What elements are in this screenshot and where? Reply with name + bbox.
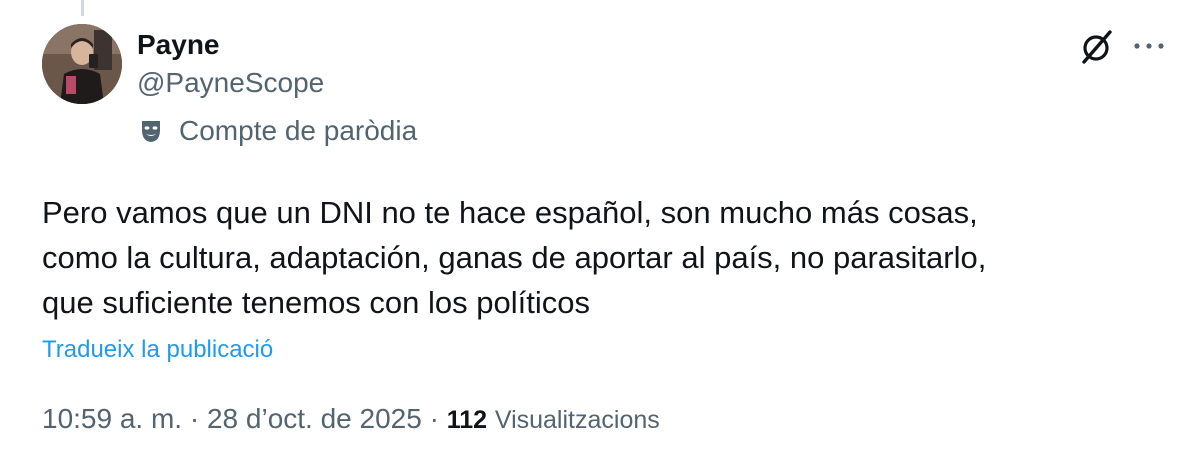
- tweet-text: Pero vamos que un DNI no te hace español…: [42, 190, 1162, 325]
- views-count[interactable]: 112: [447, 406, 487, 434]
- more-icon[interactable]: [1132, 34, 1166, 58]
- avatar-photo: [42, 24, 122, 104]
- grok-icon[interactable]: [1078, 28, 1116, 66]
- views-label[interactable]: Visualitzacions: [495, 406, 660, 434]
- tweet-time[interactable]: 10:59 a. m.: [42, 403, 182, 434]
- parody-account-label: Compte de paròdia: [137, 114, 417, 148]
- tweet-line: Pero vamos que un DNI no te hace español…: [42, 195, 978, 230]
- author-name[interactable]: Payne: [137, 28, 220, 62]
- tweet-metadata: 10:59 a. m. · 28 d’oct. de 2025 · 112 Vi…: [42, 402, 660, 437]
- thread-connector-line: [81, 0, 84, 16]
- meta-separator: ·: [429, 403, 439, 434]
- parody-mask-icon: [142, 121, 160, 142]
- author-handle[interactable]: @PayneScope: [137, 66, 324, 100]
- translate-post-link[interactable]: Tradueix la publicació: [42, 335, 273, 365]
- tweet-line: como la cultura, adaptación, ganas de ap…: [42, 240, 987, 275]
- tweet-line: que suficiente tenemos con los políticos: [42, 285, 590, 320]
- avatar[interactable]: [42, 24, 122, 104]
- tweet-date[interactable]: 28 d’oct. de 2025: [207, 403, 422, 434]
- meta-separator: ·: [189, 403, 200, 434]
- parody-label-text: Compte de paròdia: [179, 115, 418, 146]
